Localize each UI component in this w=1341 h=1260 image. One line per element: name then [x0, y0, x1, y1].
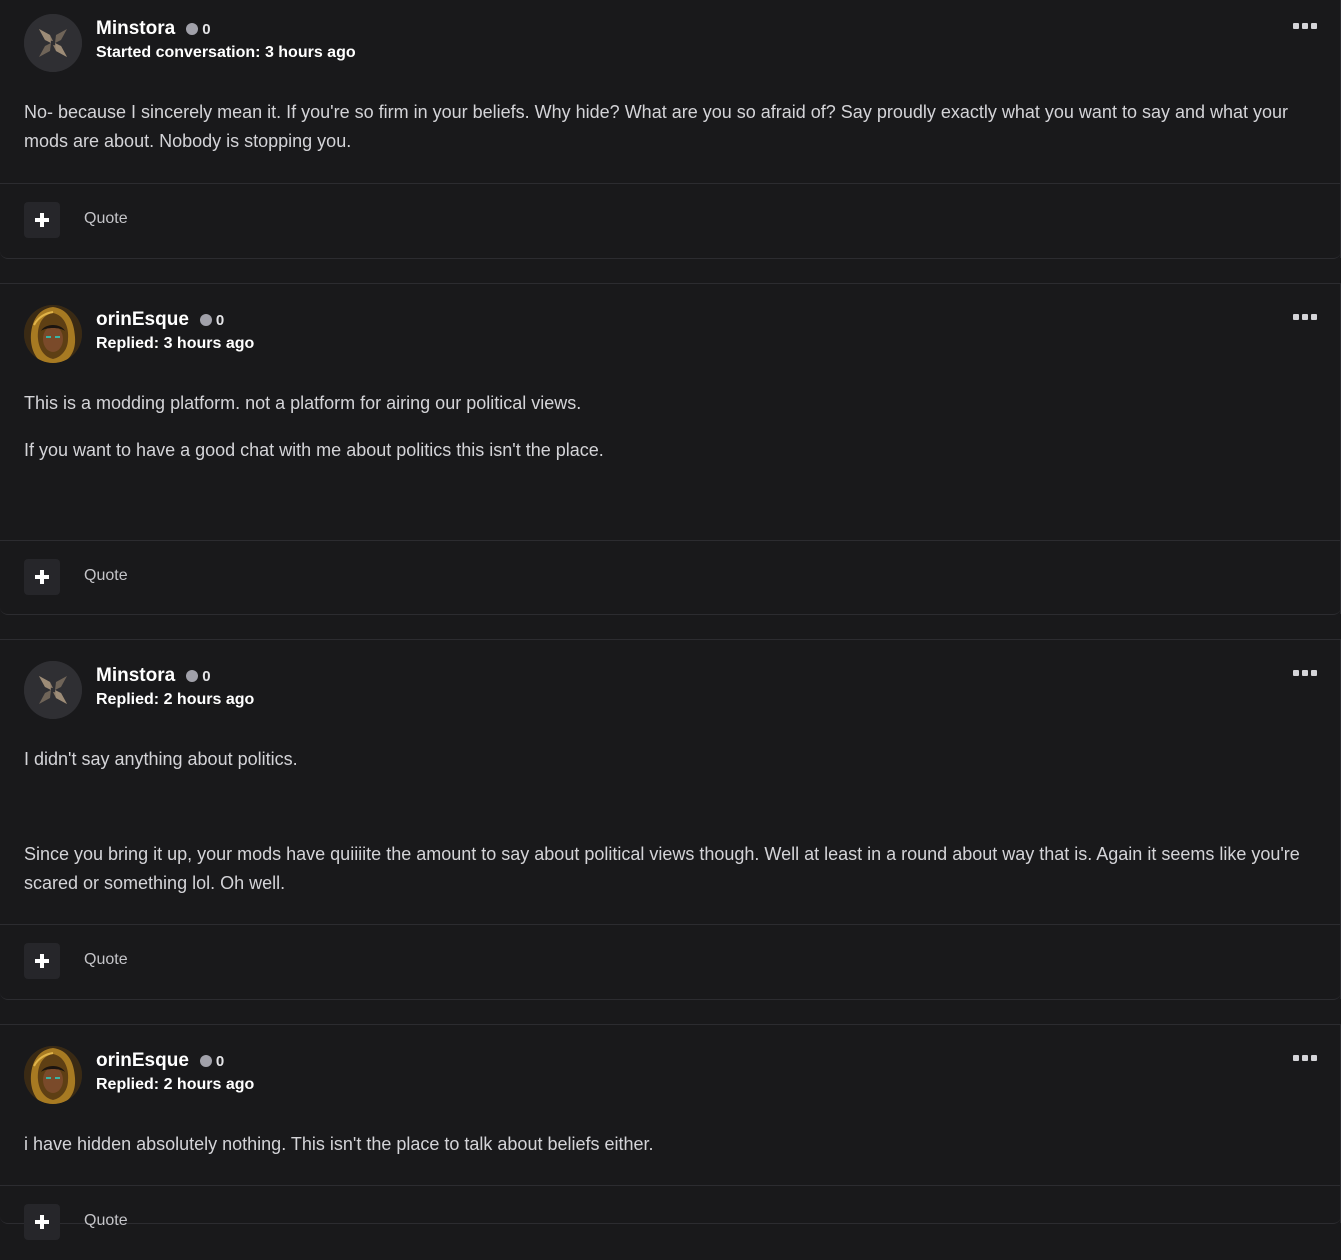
post-footer: Quote	[0, 183, 1341, 258]
default-avatar-icon	[24, 14, 82, 72]
post-meta: Replied: 2 hours ago	[96, 691, 254, 709]
add-reaction-button[interactable]	[24, 202, 60, 238]
post-body: This is a modding platform. not a platfo…	[24, 389, 1311, 465]
quote-button[interactable]: Quote	[84, 210, 128, 228]
post-paragraph: Since you bring it up, your mods have qu…	[24, 844, 1300, 893]
post-paragraph: No- because I sincerely mean it. If you'…	[24, 102, 1289, 151]
add-reaction-button[interactable]	[24, 943, 60, 979]
user-avatar[interactable]	[24, 661, 82, 719]
post-header: Minstora 0 Replied: 2 hours ago	[24, 661, 1317, 721]
post-footer: Quote	[0, 1185, 1341, 1260]
default-avatar-icon	[24, 661, 82, 719]
plus-icon	[35, 213, 49, 227]
post-body: I didn't say anything about politics. Si…	[24, 745, 1311, 898]
reputation-count: 0	[215, 1052, 225, 1070]
add-reaction-button[interactable]	[24, 1204, 60, 1240]
post-time[interactable]: 3 hours ago	[265, 44, 356, 61]
user-avatar[interactable]	[24, 14, 82, 72]
username-link[interactable]: orinEsque	[96, 309, 189, 331]
plus-icon	[35, 1215, 49, 1229]
post-body: i have hidden absolutely nothing. This i…	[24, 1130, 1311, 1159]
post-paragraph: If you want to have a good chat with me …	[24, 440, 604, 460]
post-action: Replied:	[96, 335, 160, 352]
post-paragraph: This is a modding platform. not a platfo…	[24, 393, 582, 413]
reputation-count: 0	[215, 311, 225, 329]
more-options-icon[interactable]	[1293, 309, 1317, 325]
user-avatar[interactable]	[24, 1046, 82, 1104]
post-header: Minstora 0 Started conversation: 3 hours…	[24, 14, 1317, 74]
user-avatar[interactable]	[24, 305, 82, 363]
reputation-count: 0	[202, 667, 211, 685]
post-meta: Started conversation: 3 hours ago	[96, 44, 356, 62]
reputation-badge: 0	[199, 1052, 225, 1070]
post-header: orinEsque 0 Replied: 2 hours ago	[24, 1046, 1317, 1106]
post: orinEsque 0 Replied: 3 hours ago This is…	[0, 283, 1341, 615]
more-options-icon[interactable]	[1293, 665, 1317, 681]
reputation-dot-icon	[186, 670, 199, 682]
post-header: orinEsque 0 Replied: 3 hours ago	[24, 305, 1317, 365]
post-action: Started conversation:	[96, 44, 261, 61]
post-meta: Replied: 3 hours ago	[96, 335, 254, 353]
quote-button[interactable]: Quote	[84, 951, 128, 969]
add-reaction-button[interactable]	[24, 559, 60, 595]
post-action: Replied:	[96, 691, 160, 708]
username-link[interactable]: Minstora	[96, 18, 175, 40]
reputation-badge: 0	[186, 667, 211, 685]
more-options-icon[interactable]	[1293, 1050, 1317, 1066]
username-link[interactable]: Minstora	[96, 665, 175, 687]
username-link[interactable]: orinEsque	[96, 1050, 189, 1072]
post: orinEsque 0 Replied: 2 hours ago i have …	[0, 1024, 1341, 1240]
reputation-badge: 0	[199, 311, 225, 329]
post-meta: Replied: 2 hours ago	[96, 1076, 254, 1094]
user-line: orinEsque 0	[96, 1049, 224, 1073]
reputation-count: 0	[202, 20, 211, 38]
reputation-dot-icon	[199, 1055, 212, 1067]
plus-icon	[35, 954, 49, 968]
hooded-character-avatar-icon	[24, 1046, 82, 1104]
user-line: Minstora 0	[96, 664, 211, 688]
post-time[interactable]: 3 hours ago	[164, 335, 255, 352]
post-paragraph: i have hidden absolutely nothing. This i…	[24, 1134, 654, 1154]
post-footer: Quote	[0, 540, 1341, 615]
hooded-character-avatar-icon	[24, 305, 82, 363]
post-body: No- because I sincerely mean it. If you'…	[24, 98, 1311, 156]
post-action: Replied:	[96, 1076, 160, 1093]
post-time[interactable]: 2 hours ago	[164, 1076, 255, 1093]
reputation-dot-icon	[186, 23, 199, 35]
post-footer: Quote	[0, 924, 1341, 999]
more-options-icon[interactable]	[1293, 18, 1317, 34]
reputation-dot-icon	[199, 314, 212, 326]
post-time[interactable]: 2 hours ago	[164, 691, 255, 708]
quote-button[interactable]: Quote	[84, 1212, 128, 1230]
user-line: Minstora 0	[96, 17, 211, 41]
quote-button[interactable]: Quote	[84, 567, 128, 585]
post: Minstora 0 Started conversation: 3 hours…	[0, 0, 1341, 259]
post-paragraph: I didn't say anything about politics.	[24, 749, 298, 769]
user-line: orinEsque 0	[96, 308, 224, 332]
plus-icon	[35, 570, 49, 584]
post: Minstora 0 Replied: 2 hours ago I didn't…	[0, 639, 1341, 1000]
reputation-badge: 0	[186, 20, 211, 38]
